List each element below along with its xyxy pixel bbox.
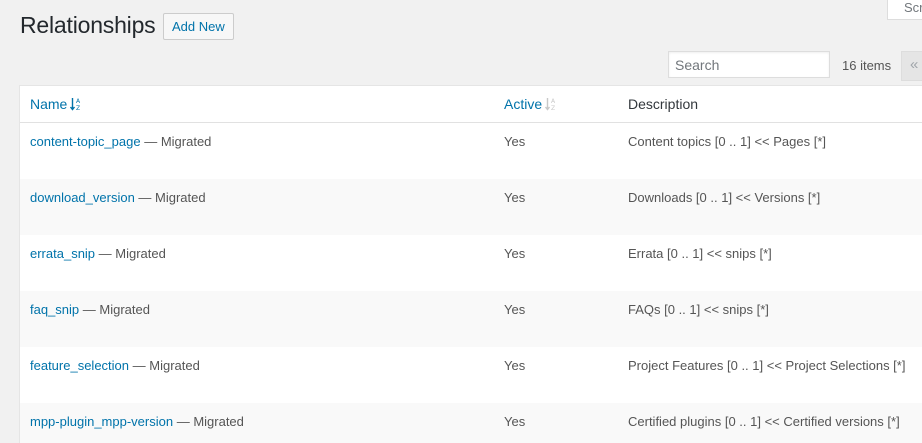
status-text: Migrated [155, 190, 206, 205]
row-description-cell: Content topics [0 .. 1] << Pages [*] [628, 134, 827, 149]
relationship-link[interactable]: download_version [30, 190, 135, 205]
row-name-cell: download_version — Migrated [30, 190, 206, 205]
table-row: mpp-plugin_mpp-version — Migrated Yes Ce… [20, 403, 922, 443]
separator: — [79, 302, 100, 317]
row-active-cell: Yes [504, 190, 526, 205]
screen-options-button[interactable]: Scr [887, 0, 922, 20]
relationship-link[interactable]: errata_snip [30, 246, 95, 261]
status-text: Migrated [193, 414, 244, 429]
page-title: Relationships [20, 12, 156, 38]
sort-alpha-asc-icon: AZ [70, 97, 82, 114]
first-page-button[interactable]: « [901, 51, 922, 81]
row-active-cell: Yes [504, 246, 526, 261]
svg-text:A: A [76, 98, 81, 105]
svg-text:A: A [551, 98, 556, 105]
svg-text:Z: Z [551, 105, 555, 111]
separator: — [140, 134, 161, 149]
row-name-cell: mpp-plugin_mpp-version — Migrated [30, 414, 244, 429]
column-header-name-label: Name [30, 96, 68, 112]
status-text: Migrated [149, 358, 200, 373]
row-description-cell: Downloads [0 .. 1] << Versions [*] [628, 190, 821, 205]
row-name-cell: faq_snip — Migrated [30, 302, 150, 317]
table-header: Name A Z Active A Z Description [20, 86, 922, 123]
items-count: 16 items [842, 58, 892, 73]
table-row: download_version — Migrated Yes Download… [20, 179, 922, 235]
row-active-cell: Yes [504, 302, 526, 317]
row-description-cell: FAQs [0 .. 1] << snips [*] [628, 302, 769, 317]
table-row: feature_selection — Migrated Yes Project… [20, 347, 922, 403]
relationship-link[interactable]: feature_selection [30, 358, 129, 373]
row-description-cell: Certified plugins [0 .. 1] << Certified … [628, 414, 900, 429]
status-text: Migrated [160, 134, 212, 149]
add-new-button[interactable]: Add New [163, 13, 234, 40]
row-active-cell: Yes [504, 134, 526, 149]
page: Scr Relationships Add New 16 items « Nam… [0, 0, 922, 443]
relationship-link[interactable]: content-topic_page [30, 134, 141, 149]
relationships-table: Name A Z Active A Z Description content-topi… [19, 85, 922, 443]
column-header-active[interactable]: Active A Z [504, 96, 557, 114]
svg-text:Z: Z [76, 105, 80, 111]
table-row: content-topic_page — Migrated Yes Conten… [20, 123, 922, 179]
row-name-cell: feature_selection — Migrated [30, 358, 200, 373]
separator: — [134, 190, 156, 205]
sort-alpha-icon: AZ [545, 97, 557, 114]
row-name-cell: content-topic_page — Migrated [30, 134, 211, 149]
search-input[interactable] [668, 51, 830, 78]
status-text: Migrated [99, 302, 150, 317]
row-description-cell: Project Features [0 .. 1] << Project Sel… [628, 358, 906, 373]
relationship-link[interactable]: faq_snip [30, 302, 79, 317]
row-description-cell: Errata [0 .. 1] << snips [*] [628, 246, 772, 261]
status-text: Migrated [115, 246, 166, 261]
separator: — [95, 246, 116, 261]
separator: — [129, 358, 150, 373]
column-header-description: Description [628, 96, 699, 112]
row-active-cell: Yes [504, 414, 526, 429]
table-row: faq_snip — Migrated Yes FAQs [0 .. 1] <<… [20, 291, 922, 347]
row-name-cell: errata_snip — Migrated [30, 246, 166, 261]
column-header-name[interactable]: Name A Z [30, 96, 82, 114]
column-header-active-label: Active [504, 96, 543, 112]
table-row: errata_snip — Migrated Yes Errata [0 .. … [20, 235, 922, 291]
separator: — [173, 414, 194, 429]
relationship-link[interactable]: mpp-plugin_mpp-version [30, 414, 173, 429]
row-active-cell: Yes [504, 358, 526, 373]
